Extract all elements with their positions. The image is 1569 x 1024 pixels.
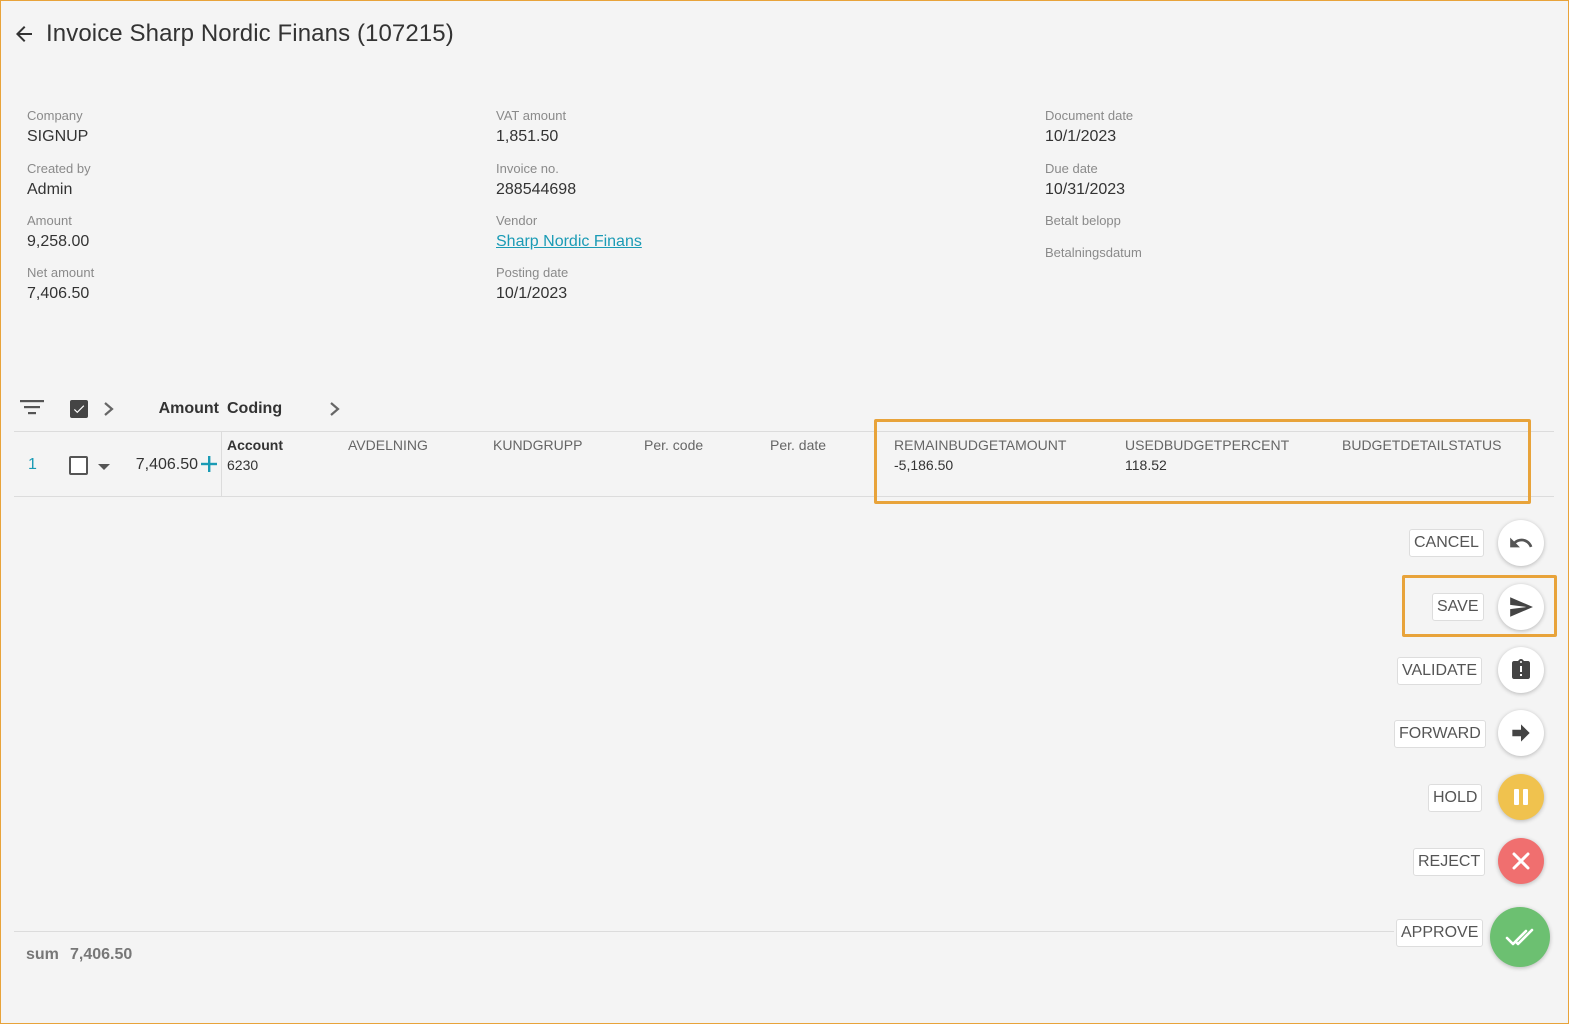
validate-button[interactable] [1498,647,1544,693]
budget-status-header: BUDGETDETAILSTATUS [1342,437,1502,453]
account-value[interactable]: 6230 [227,456,283,474]
hold-label[interactable]: HOLD [1428,784,1483,812]
table-row[interactable]: 1 7,406.50 Account 6230 AVDELNING KUNDGR… [14,431,1554,497]
coding-divider [221,432,222,496]
remain-budget-value: -5,186.50 [894,457,954,473]
document-date-label: Document date [1045,108,1134,123]
filter-icon[interactable] [20,397,46,419]
coding-per-code[interactable]: Per. code [644,436,703,454]
caret-down-icon[interactable] [97,459,111,470]
row-amount[interactable]: 7,406.50 [124,456,198,474]
net-amount-field: Net amount 7,406.50 [27,265,94,305]
created-by-label: Created by [27,161,91,176]
window-frame [0,0,1569,1024]
used-budget-value: 118.52 [1125,457,1167,473]
cancel-label[interactable]: CANCEL [1409,529,1484,557]
betalningsdatum-field: Betalningsdatum [1045,245,1142,261]
per-code-header: Per. code [644,437,704,453]
coding-budget-status[interactable]: BUDGETDETAILSTATUS [1342,436,1501,454]
created-by-value: Admin [27,181,73,198]
invoice-no-label: Invoice no. [496,161,559,176]
coding-kundgrupp[interactable]: KUNDGRUPP [493,436,582,454]
due-date-value: 10/31/2023 [1045,181,1126,198]
vat-amount-field: VAT amount 1,851.50 [496,108,566,148]
coding-per-date[interactable]: Per. date [770,436,826,454]
sum-label: sum [26,946,59,963]
company-label: Company [27,108,83,123]
company-field: Company SIGNUP [27,108,88,148]
invoice-no-value: 288544698 [496,181,577,198]
vat-amount-value: 1,851.50 [496,128,559,145]
column-header-amount[interactable]: Amount [154,400,219,418]
amount-field: Amount 9,258.00 [27,213,89,253]
undo-icon [1510,537,1533,548]
close-icon [1512,852,1530,870]
document-date-field: Document date 10/1/2023 [1045,108,1133,148]
coding-remain-budget[interactable]: REMAINBUDGETAMOUNT -5,186.50 [894,436,1066,474]
pause-icon [1514,789,1528,805]
due-date-field: Due date 10/31/2023 [1045,161,1125,201]
hold-button[interactable] [1498,774,1544,820]
created-by-field: Created by Admin [27,161,91,201]
account-header: Account [227,437,283,453]
remain-budget-header: REMAINBUDGETAMOUNT [894,437,1067,453]
validate-label[interactable]: VALIDATE [1397,657,1482,685]
double-check-icon [1505,928,1534,946]
invoice-no-field: Invoice no. 288544698 [496,161,576,201]
select-all-checkbox[interactable] [70,400,88,418]
page-title: Invoice Sharp Nordic Finans (107215) [46,20,454,47]
vat-amount-label: VAT amount [496,108,567,123]
row-checkbox[interactable] [69,456,88,475]
posting-date-value: 10/1/2023 [496,285,568,302]
arrow-right-icon [1512,724,1530,742]
chevron-right-icon[interactable] [102,398,116,420]
coding-chevron-right-icon[interactable] [328,398,342,420]
document-date-value: 10/1/2023 [1045,128,1117,145]
net-amount-label: Net amount [27,265,95,280]
coding-used-budget[interactable]: USEDBUDGETPERCENT 118.52 [1125,436,1289,474]
coding-account[interactable]: Account 6230 [227,436,283,474]
company-value: SIGNUP [27,128,89,145]
forward-button[interactable] [1498,710,1544,756]
betalt-belopp-field: Betalt belopp [1045,213,1121,229]
back-arrow-icon[interactable] [10,20,38,48]
column-header-coding[interactable]: Coding [227,400,282,418]
approve-button[interactable] [1490,907,1550,967]
net-amount-value: 7,406.50 [27,285,90,302]
per-date-header: Per. date [770,437,827,453]
vendor-label: Vendor [496,213,538,228]
used-budget-header: USEDBUDGETPERCENT [1125,437,1290,453]
save-button[interactable] [1498,584,1544,630]
betalningsdatum-label: Betalningsdatum [1045,245,1142,260]
reject-label[interactable]: REJECT [1413,848,1486,876]
amount-value: 9,258.00 [27,233,90,250]
avdelning-header: AVDELNING [348,437,428,453]
send-icon [1510,597,1533,617]
clipboard-alert-icon [1512,659,1530,679]
footer-divider [14,931,1394,932]
amount-label: Amount [27,213,72,228]
approve-label[interactable]: APPROVE [1396,919,1484,947]
sum-value: 7,406.50 [70,946,133,963]
grid-toolbar: Amount Coding [14,392,1554,430]
row-number[interactable]: 1 [28,456,37,474]
betalt-belopp-label: Betalt belopp [1045,213,1121,228]
due-date-label: Due date [1045,161,1098,176]
vendor-link[interactable]: Sharp Nordic Finans [496,231,642,253]
save-label[interactable]: SAVE [1432,593,1484,621]
reject-button[interactable] [1498,838,1544,884]
kundgrupp-header: KUNDGRUPP [493,437,583,453]
posting-date-label: Posting date [496,265,569,280]
posting-date-field: Posting date 10/1/2023 [496,265,568,305]
coding-avdelning[interactable]: AVDELNING [348,436,428,454]
forward-label[interactable]: FORWARD [1394,720,1486,748]
cancel-button[interactable] [1498,520,1544,566]
vendor-field: Vendor Sharp Nordic Finans [496,213,642,253]
add-icon[interactable] [200,454,218,474]
